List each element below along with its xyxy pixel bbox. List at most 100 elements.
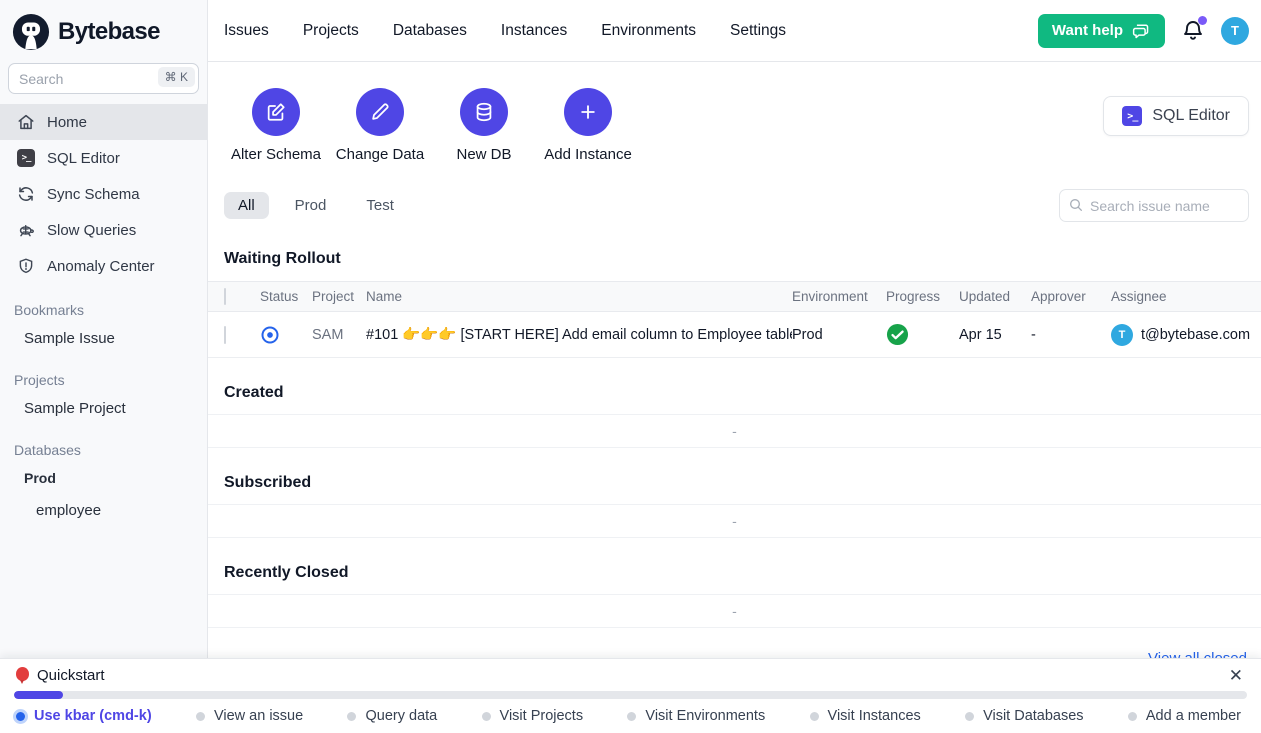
user-avatar[interactable]: T <box>1221 17 1249 45</box>
issue-row[interactable]: SAM #101 👉👉👉 [START HERE] Add email colu… <box>208 312 1261 358</box>
step-dot-icon <box>482 712 491 721</box>
sidebar-item-employee[interactable]: employee <box>0 494 207 526</box>
step-label: Visit Environments <box>645 708 765 724</box>
alter-schema-button[interactable]: Alter Schema <box>224 88 328 163</box>
sql-editor-button[interactable]: >_ SQL Editor <box>1103 96 1249 136</box>
new-db-button[interactable]: New DB <box>432 88 536 163</box>
step-visit-environments[interactable]: Visit Environments <box>627 708 765 724</box>
sidebar-item-label: Sync Schema <box>47 186 140 203</box>
new-db-label: New DB <box>456 146 511 163</box>
col-assignee: Assignee <box>1111 289 1261 304</box>
sidebar-item-label: Anomaly Center <box>47 258 155 275</box>
subscribed-title: Subscribed <box>208 474 1261 492</box>
issue-name-link[interactable]: #101 👉👉👉 [START HERE] Add email column t… <box>366 326 792 343</box>
sidebar-item-sample-project[interactable]: Sample Project <box>0 392 207 424</box>
pencil-icon <box>356 88 404 136</box>
step-dot-icon <box>810 712 819 721</box>
tab-test[interactable]: Test <box>352 192 408 219</box>
step-dot-icon <box>627 712 636 721</box>
col-progress: Progress <box>886 289 959 304</box>
notification-dot <box>1198 16 1207 25</box>
step-dot-icon <box>16 712 25 721</box>
nav-settings[interactable]: Settings <box>730 22 786 40</box>
step-label: Query data <box>365 708 437 724</box>
tab-all[interactable]: All <box>224 192 269 219</box>
sidebar-section-projects: Projects <box>0 354 207 392</box>
nav-databases[interactable]: Databases <box>393 22 467 40</box>
top-bar-right: Want help T <box>1038 14 1249 48</box>
sidebar-item-home[interactable]: Home <box>0 104 207 140</box>
nav-projects[interactable]: Projects <box>303 22 359 40</box>
col-name: Name <box>366 289 792 304</box>
sidebar-item-slow-queries[interactable]: Slow Queries <box>0 212 207 248</box>
quickstart-bar: Quickstart ✕ Use kbar (cmd-k) View an is… <box>0 658 1261 733</box>
sidebar-item-prod[interactable]: Prod <box>0 462 207 494</box>
brand-name: Bytebase <box>58 18 160 46</box>
nav-instances[interactable]: Instances <box>501 22 567 40</box>
database-icon <box>460 88 508 136</box>
step-visit-instances[interactable]: Visit Instances <box>810 708 921 724</box>
sidebar-item-anomaly-center[interactable]: Anomaly Center <box>0 248 207 284</box>
step-dot-icon <box>1128 712 1137 721</box>
step-add-a-member[interactable]: Add a member <box>1128 708 1241 724</box>
col-project: Project <box>312 289 366 304</box>
alter-schema-label: Alter Schema <box>231 146 321 163</box>
keyboard-shortcut-badge: ⌘ K <box>158 67 195 87</box>
step-visit-projects[interactable]: Visit Projects <box>482 708 584 724</box>
terminal-icon: >_ <box>16 149 36 167</box>
search-icon <box>1068 197 1084 213</box>
step-view-an-issue[interactable]: View an issue <box>196 708 303 724</box>
sidebar-nav: Home >_ SQL Editor Sync Schema Slow <box>0 104 207 284</box>
assignee-email: t@bytebase.com <box>1141 327 1250 343</box>
step-use-kbar[interactable]: Use kbar (cmd-k) <box>16 708 152 724</box>
brand-logo[interactable]: Bytebase <box>0 0 207 61</box>
sidebar-item-label: Home <box>47 114 87 131</box>
col-environment: Environment <box>792 289 886 304</box>
quickstart-progress-fill <box>14 691 63 699</box>
step-label: Visit Databases <box>983 708 1083 724</box>
select-all-checkbox[interactable] <box>224 288 226 305</box>
sidebar-section-bookmarks: Bookmarks <box>0 284 207 322</box>
sql-editor-label: SQL Editor <box>1152 107 1230 125</box>
issue-search-input[interactable] <box>1059 189 1249 222</box>
step-dot-icon <box>965 712 974 721</box>
nav-environments[interactable]: Environments <box>601 22 696 40</box>
step-visit-databases[interactable]: Visit Databases <box>965 708 1083 724</box>
step-dot-icon <box>347 712 356 721</box>
notifications-button[interactable] <box>1181 19 1205 43</box>
waiting-rollout-title: Waiting Rollout <box>208 250 1261 268</box>
want-help-button[interactable]: Want help <box>1038 14 1165 48</box>
col-status: Status <box>260 289 312 304</box>
recently-closed-section: Recently Closed - <box>208 564 1261 628</box>
step-dot-icon <box>196 712 205 721</box>
tab-prod[interactable]: Prod <box>281 192 341 219</box>
issue-status-icon <box>260 325 312 345</box>
sidebar-search: ⌘ K <box>8 63 199 94</box>
created-section: Created - <box>208 384 1261 448</box>
top-nav: Issues Projects Databases Instances Envi… <box>224 22 786 40</box>
environment-tabs: All Prod Test <box>224 192 408 219</box>
recently-closed-title: Recently Closed <box>208 564 1261 582</box>
add-instance-label: Add Instance <box>544 146 632 163</box>
sidebar-section-databases: Databases <box>0 424 207 462</box>
row-checkbox[interactable] <box>224 326 226 344</box>
add-instance-button[interactable]: Add Instance <box>536 88 640 163</box>
subscribed-empty-row: - <box>208 504 1261 538</box>
sidebar-item-sync-schema[interactable]: Sync Schema <box>0 176 207 212</box>
issue-environment: Prod <box>792 327 886 343</box>
sidebar-item-sample-issue[interactable]: Sample Issue <box>0 322 207 354</box>
change-data-button[interactable]: Change Data <box>328 88 432 163</box>
nav-issues[interactable]: Issues <box>224 22 269 40</box>
terminal-icon: >_ <box>1122 106 1142 126</box>
step-label: Add a member <box>1146 708 1241 724</box>
issue-search <box>1059 189 1249 222</box>
bytebase-logo-icon <box>12 13 50 51</box>
issue-approver: - <box>1031 327 1111 343</box>
step-query-data[interactable]: Query data <box>347 708 437 724</box>
sidebar-item-sql-editor[interactable]: >_ SQL Editor <box>0 140 207 176</box>
created-title: Created <box>208 384 1261 402</box>
balloon-icon <box>16 667 29 684</box>
sidebar: Bytebase ⌘ K Home >_ SQL Editor <box>0 0 208 733</box>
quickstart-title: Quickstart <box>37 667 105 684</box>
quickstart-close-icon[interactable]: ✕ <box>1229 667 1243 684</box>
